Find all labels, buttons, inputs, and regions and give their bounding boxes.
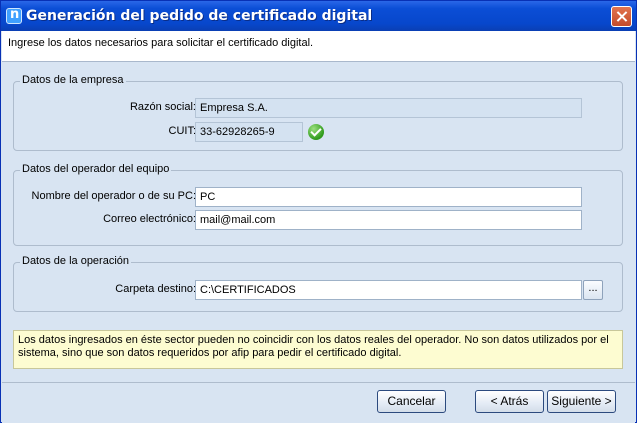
cuit-label: CUIT: <box>168 125 197 137</box>
window-title: Generación del pedido de certificado dig… <box>26 8 373 24</box>
operador-group: Datos del operador del equipo Nombre del… <box>13 163 623 246</box>
nombre-operador-input[interactable]: PC <box>195 187 582 207</box>
razon-social-label: Razón social: <box>129 101 196 113</box>
valid-check-icon <box>308 124 324 140</box>
operador-legend: Datos del operador del equipo <box>20 163 172 175</box>
button-bar: Cancelar < Atrás Siguiente > <box>2 382 635 423</box>
nombre-operador-label: Nombre del operador o de su PC: <box>31 190 196 202</box>
empresa-legend: Datos de la empresa <box>20 74 126 86</box>
carpeta-destino-input[interactable]: C:\CERTIFICADOS <box>195 280 582 300</box>
correo-input[interactable]: mail@mail.com <box>195 210 582 230</box>
empresa-group: Datos de la empresa Razón social: Empres… <box>13 74 623 151</box>
instruction-text: Ingrese los datos necesarios para solici… <box>8 37 314 49</box>
carpeta-destino-label: Carpeta destino: <box>115 283 196 295</box>
next-button[interactable]: Siguiente > <box>547 390 616 413</box>
cuit-field: 33-62928265-9 <box>195 122 303 142</box>
cancel-button[interactable]: Cancelar <box>377 390 446 413</box>
operacion-legend: Datos de la operación <box>20 255 132 267</box>
razon-social-field: Empresa S.A. <box>195 98 582 118</box>
operacion-group: Datos de la operación Carpeta destino: C… <box>13 255 623 312</box>
close-icon[interactable] <box>611 6 632 27</box>
notice-box: Los datos ingresados en éste sector pued… <box>13 330 623 369</box>
title-bar[interactable]: Generación del pedido de certificado dig… <box>1 1 636 31</box>
dialog-window: Generación del pedido de certificado dig… <box>0 0 637 423</box>
browse-button[interactable]: ... <box>583 280 603 300</box>
back-button[interactable]: < Atrás <box>475 390 544 413</box>
wizard-content: Datos de la empresa Razón social: Empres… <box>2 62 635 382</box>
correo-label: Correo electrónico: <box>103 213 196 225</box>
instruction-header: Ingrese los datos necesarios para solici… <box>2 31 635 62</box>
app-icon <box>6 7 22 24</box>
